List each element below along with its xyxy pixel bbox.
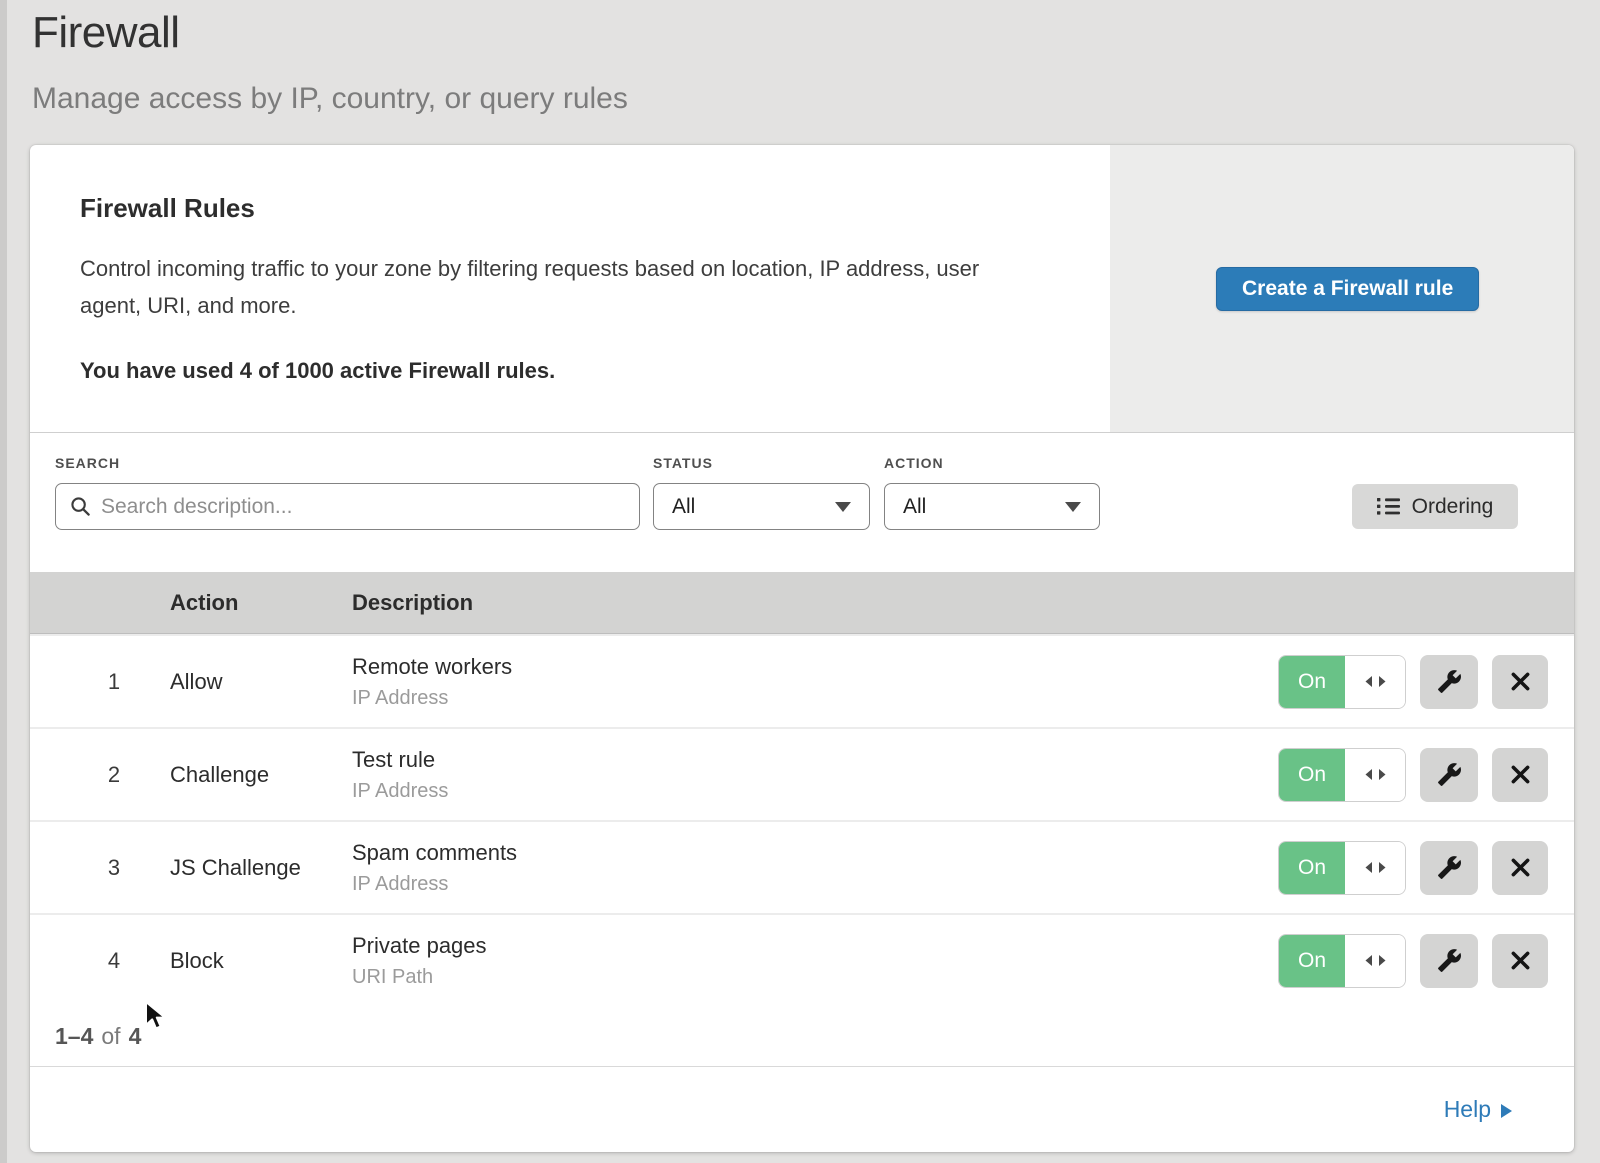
rule-description-title: Test rule bbox=[352, 747, 1278, 773]
overview-section: Firewall Rules Control incoming traffic … bbox=[30, 145, 1574, 433]
rule-description: Test rule IP Address bbox=[352, 747, 1278, 803]
description-column-header: Description bbox=[352, 590, 1574, 616]
close-icon bbox=[1510, 950, 1531, 971]
status-select[interactable]: All bbox=[653, 483, 870, 530]
pagination-range: 1–4 bbox=[55, 1023, 93, 1050]
pagination-total: 4 bbox=[129, 1023, 142, 1050]
rule-priority: 3 bbox=[30, 855, 134, 881]
wrench-icon bbox=[1437, 762, 1462, 787]
rule-match-type: URI Path bbox=[352, 966, 1278, 989]
overview-action-panel: Create a Firewall rule bbox=[1110, 145, 1574, 432]
ordering-button-label: Ordering bbox=[1412, 495, 1494, 519]
left-right-arrows-icon bbox=[1364, 674, 1387, 689]
rule-description-title: Private pages bbox=[352, 933, 1278, 959]
close-icon bbox=[1510, 764, 1531, 785]
rule-action: Challenge bbox=[170, 762, 352, 788]
table-header: Action Description bbox=[30, 572, 1574, 634]
firewall-rules-card: Firewall Rules Control incoming traffic … bbox=[30, 145, 1574, 1152]
rule-controls: On bbox=[1278, 748, 1548, 802]
pagination: 1–4 of 4 bbox=[30, 1006, 1574, 1067]
toggle-on-label: On bbox=[1279, 842, 1345, 894]
ordering-button[interactable]: Ordering bbox=[1352, 484, 1518, 529]
rule-action: JS Challenge bbox=[170, 855, 352, 881]
arrow-right-icon bbox=[1501, 1104, 1512, 1118]
search-box bbox=[55, 483, 640, 530]
table-row: 4 Block Private pages URI Path On bbox=[30, 913, 1574, 1006]
wrench-icon bbox=[1437, 948, 1462, 973]
table-row: 2 Challenge Test rule IP Address On bbox=[30, 727, 1574, 820]
rule-controls: On bbox=[1278, 934, 1548, 988]
action-column-header: Action bbox=[170, 590, 352, 616]
rule-enabled-toggle[interactable]: On bbox=[1278, 748, 1406, 802]
chevron-down-icon bbox=[835, 502, 851, 512]
action-select-value: All bbox=[903, 495, 926, 519]
rule-description: Remote workers IP Address bbox=[352, 654, 1278, 710]
rule-match-type: IP Address bbox=[352, 873, 1278, 896]
rule-action: Allow bbox=[170, 669, 352, 695]
toggle-on-label: On bbox=[1279, 935, 1345, 987]
rule-description: Spam comments IP Address bbox=[352, 840, 1278, 896]
edit-rule-button[interactable] bbox=[1420, 841, 1478, 895]
rule-match-type: IP Address bbox=[352, 687, 1278, 710]
pagination-of: of bbox=[101, 1023, 120, 1050]
action-select[interactable]: All bbox=[884, 483, 1100, 530]
page-subtitle: Manage access by IP, country, or query r… bbox=[32, 82, 628, 116]
toggle-on-label: On bbox=[1279, 749, 1345, 801]
chevron-down-icon bbox=[1065, 502, 1081, 512]
rule-enabled-toggle[interactable]: On bbox=[1278, 655, 1406, 709]
rule-enabled-toggle[interactable]: On bbox=[1278, 934, 1406, 988]
table-row: 1 Allow Remote workers IP Address On bbox=[30, 634, 1574, 727]
rule-controls: On bbox=[1278, 655, 1548, 709]
delete-rule-button[interactable] bbox=[1492, 934, 1548, 988]
delete-rule-button[interactable] bbox=[1492, 748, 1548, 802]
wrench-icon bbox=[1437, 669, 1462, 694]
help-link[interactable]: Help bbox=[1444, 1096, 1512, 1123]
delete-rule-button[interactable] bbox=[1492, 655, 1548, 709]
filters-section: SEARCH STATUS All ACTION All bbox=[30, 433, 1574, 572]
search-label: SEARCH bbox=[55, 455, 120, 471]
status-select-value: All bbox=[672, 495, 695, 519]
edit-rule-button[interactable] bbox=[1420, 748, 1478, 802]
section-description: Control incoming traffic to your zone by… bbox=[80, 250, 1040, 324]
rule-description: Private pages URI Path bbox=[352, 933, 1278, 989]
rule-controls: On bbox=[1278, 841, 1548, 895]
toggle-handle[interactable] bbox=[1345, 749, 1405, 801]
table-row: 3 JS Challenge Spam comments IP Address … bbox=[30, 820, 1574, 913]
rule-description-title: Spam comments bbox=[352, 840, 1278, 866]
toggle-handle[interactable] bbox=[1345, 656, 1405, 708]
toggle-handle[interactable] bbox=[1345, 935, 1405, 987]
rule-description-title: Remote workers bbox=[352, 654, 1278, 680]
wrench-icon bbox=[1437, 855, 1462, 880]
page-title: Firewall bbox=[32, 8, 628, 58]
close-icon bbox=[1510, 671, 1531, 692]
action-label: ACTION bbox=[884, 455, 944, 471]
page-header: Firewall Manage access by IP, country, o… bbox=[32, 8, 628, 116]
help-row: Help bbox=[30, 1067, 1574, 1152]
close-icon bbox=[1510, 857, 1531, 878]
window-edge bbox=[0, 0, 7, 1163]
rule-action: Block bbox=[170, 948, 352, 974]
search-input[interactable] bbox=[101, 495, 625, 519]
rule-enabled-toggle[interactable]: On bbox=[1278, 841, 1406, 895]
rule-match-type: IP Address bbox=[352, 780, 1278, 803]
edit-rule-button[interactable] bbox=[1420, 655, 1478, 709]
usage-summary: You have used 4 of 1000 active Firewall … bbox=[80, 358, 1050, 384]
delete-rule-button[interactable] bbox=[1492, 841, 1548, 895]
ordered-list-icon bbox=[1377, 497, 1400, 516]
edit-rule-button[interactable] bbox=[1420, 934, 1478, 988]
rule-priority: 2 bbox=[30, 762, 134, 788]
search-icon bbox=[70, 496, 91, 517]
rule-priority: 1 bbox=[30, 669, 134, 695]
left-right-arrows-icon bbox=[1364, 953, 1387, 968]
status-label: STATUS bbox=[653, 455, 713, 471]
toggle-handle[interactable] bbox=[1345, 842, 1405, 894]
section-heading: Firewall Rules bbox=[80, 193, 1050, 224]
rule-priority: 4 bbox=[30, 948, 134, 974]
left-right-arrows-icon bbox=[1364, 860, 1387, 875]
left-right-arrows-icon bbox=[1364, 767, 1387, 782]
toggle-on-label: On bbox=[1279, 656, 1345, 708]
overview-text: Firewall Rules Control incoming traffic … bbox=[30, 145, 1110, 432]
create-firewall-rule-button[interactable]: Create a Firewall rule bbox=[1216, 267, 1479, 311]
help-link-label: Help bbox=[1444, 1096, 1491, 1123]
